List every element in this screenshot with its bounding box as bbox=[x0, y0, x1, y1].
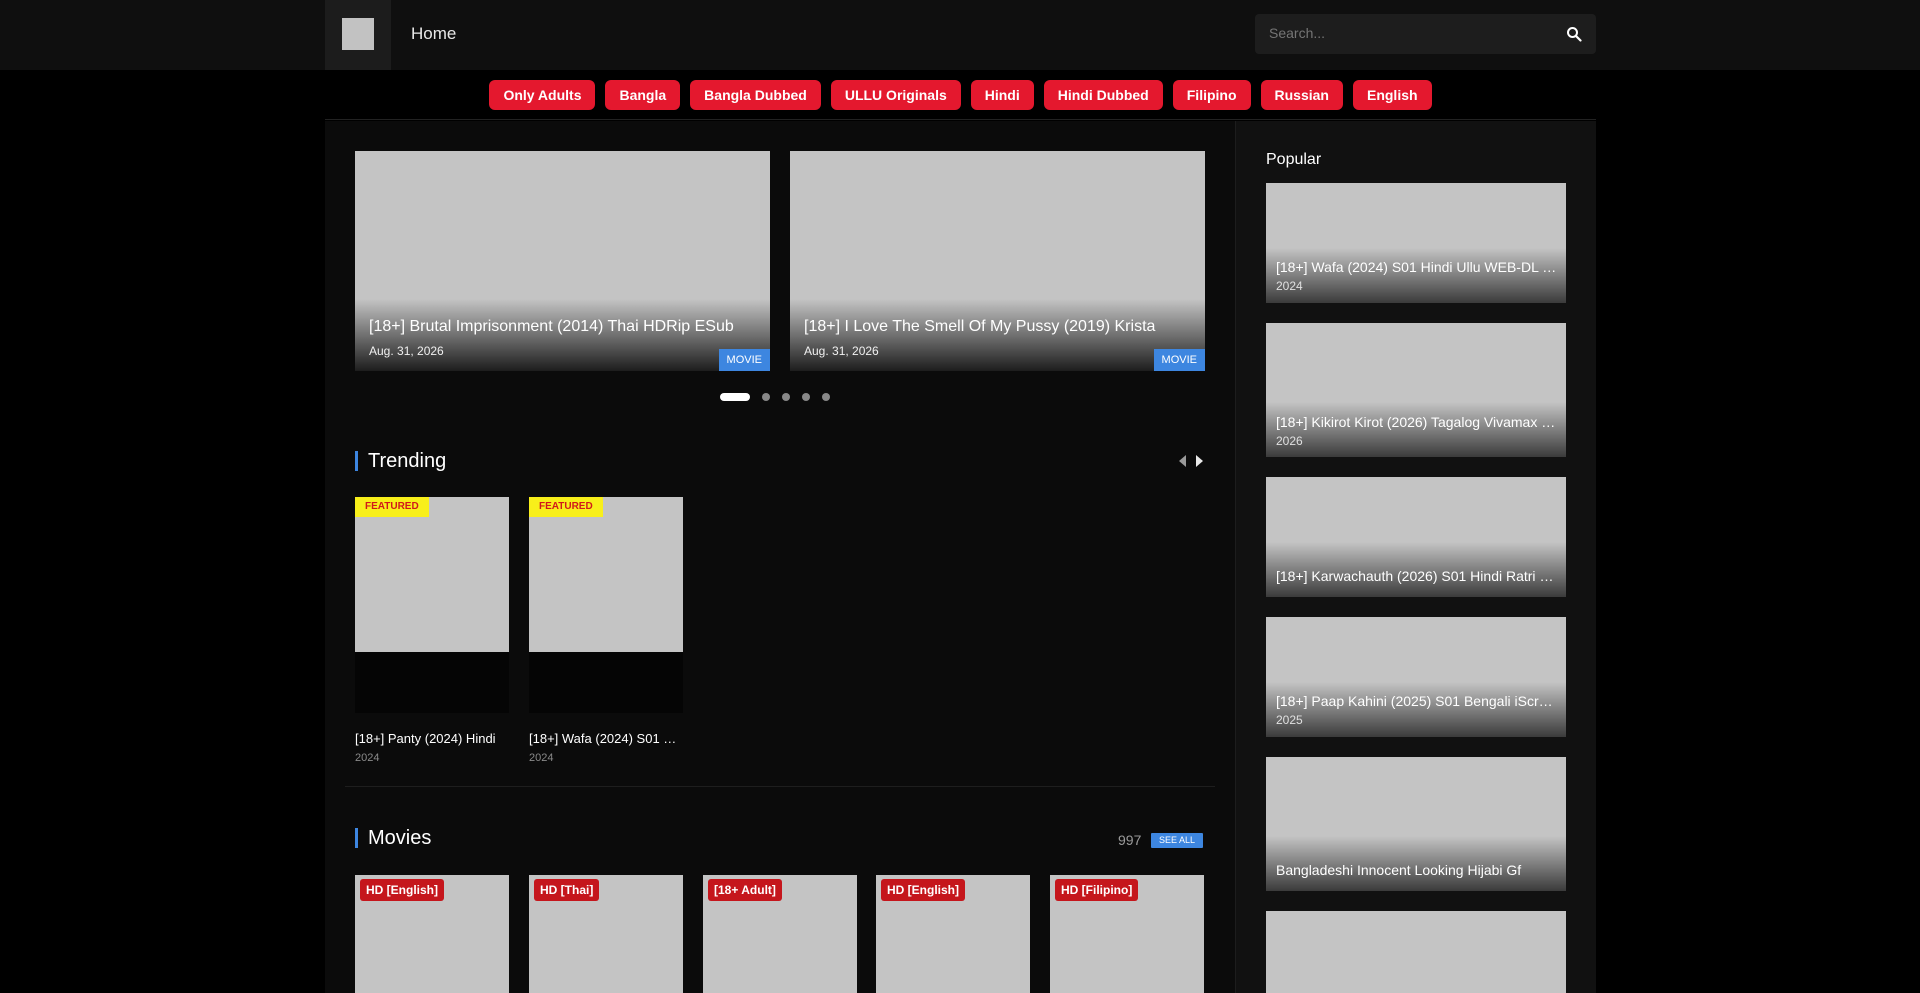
quality-badge: HD [Filipino] bbox=[1055, 879, 1139, 901]
search-input[interactable] bbox=[1269, 25, 1549, 41]
popular-card[interactable]: [18+] Paap Kahini (2025) S01 Bengali iSc… bbox=[1266, 617, 1566, 737]
slide-title[interactable]: [18+] I Love The Smell Of My Pussy (2019… bbox=[804, 318, 1196, 336]
popular-heading: Popular bbox=[1266, 151, 1322, 168]
slider-dot[interactable] bbox=[802, 393, 810, 401]
main-content: [18+] Brutal Imprisonment (2014) Thai HD… bbox=[325, 121, 1235, 993]
poster-footer bbox=[355, 652, 509, 713]
slide-title[interactable]: [18+] Brutal Imprisonment (2014) Thai HD… bbox=[369, 318, 761, 336]
poster-image[interactable]: FEATURED bbox=[529, 497, 683, 652]
popular-card[interactable]: [18+] Wafa (2024) S01 Hindi Ullu WEB-DL … bbox=[1266, 183, 1566, 303]
movies-heading: Movies bbox=[355, 828, 431, 848]
category-bangla-dubbed[interactable]: Bangla Dubbed bbox=[690, 79, 821, 110]
movie-card[interactable]: [18+ Adult] bbox=[703, 875, 857, 993]
popular-card[interactable]: Bangladeshi Innocent Looking Hijabi Gf bbox=[1266, 757, 1566, 891]
trending-year: 2024 bbox=[355, 752, 380, 764]
slide-type-badge: MOVIE bbox=[1153, 349, 1205, 371]
slider-dot[interactable] bbox=[782, 393, 790, 401]
site-header: Home bbox=[0, 0, 1920, 70]
movie-card[interactable]: HD [English] bbox=[876, 875, 1030, 993]
quality-badge: [18+ Adult] bbox=[708, 879, 782, 901]
category-filipino[interactable]: Filipino bbox=[1172, 79, 1251, 110]
nav-home-link[interactable]: Home bbox=[411, 24, 456, 44]
quality-badge: HD [English] bbox=[360, 879, 444, 901]
featured-badge: FEATURED bbox=[355, 497, 429, 517]
sidebar: Popular [18+] Wafa (2024) S01 Hindi Ullu… bbox=[1235, 121, 1596, 993]
category-hindi[interactable]: Hindi bbox=[970, 79, 1034, 110]
movie-card[interactable]: HD [English] bbox=[355, 875, 509, 993]
category-only-adults[interactable]: Only Adults bbox=[489, 79, 596, 110]
movie-card[interactable]: HD [Filipino] bbox=[1050, 875, 1204, 993]
movie-card[interactable]: HD [Thai] bbox=[529, 875, 683, 993]
trending-title[interactable]: [18+] Panty (2024) Hindi bbox=[355, 731, 509, 746]
category-english[interactable]: English bbox=[1352, 79, 1432, 110]
popular-year: 2025 bbox=[1276, 713, 1303, 727]
popular-title[interactable]: [18+] Paap Kahini (2025) S01 Bengali iSc… bbox=[1276, 693, 1558, 709]
poster-image[interactable]: FEATURED bbox=[355, 497, 509, 652]
trending-nav bbox=[1177, 454, 1205, 468]
category-ullu-originals[interactable]: ULLU Originals bbox=[830, 79, 961, 110]
category-bar: Only Adults Bangla Bangla Dubbed ULLU Or… bbox=[325, 70, 1596, 120]
see-all-button[interactable]: SEE ALL bbox=[1151, 833, 1204, 848]
popular-card[interactable]: [18+] Kikirot Kirot (2026) Tagalog Vivam… bbox=[1266, 323, 1566, 457]
popular-title[interactable]: [18+] Wafa (2024) S01 Hindi Ullu WEB-DL … bbox=[1276, 259, 1558, 275]
popular-title[interactable]: [18+] Karwachauth (2026) S01 Hindi Ratri… bbox=[1276, 568, 1558, 584]
slider-card[interactable]: [18+] I Love The Smell Of My Pussy (2019… bbox=[790, 151, 1205, 371]
trending-heading: Trending bbox=[355, 451, 446, 471]
category-bangla[interactable]: Bangla bbox=[605, 79, 681, 110]
quality-badge: HD [English] bbox=[881, 879, 965, 901]
trending-title[interactable]: [18+] Wafa (2024) S01 Hindi bbox=[529, 731, 683, 746]
slide-date: Aug. 31, 2026 bbox=[804, 344, 879, 358]
slider-dot[interactable] bbox=[720, 393, 750, 401]
slider-card[interactable]: [18+] Brutal Imprisonment (2014) Thai HD… bbox=[355, 151, 770, 371]
movies-count: 997 bbox=[1118, 832, 1142, 848]
caret-left-icon[interactable] bbox=[1177, 454, 1187, 468]
category-russian[interactable]: Russian bbox=[1260, 79, 1343, 110]
quality-badge: HD [Thai] bbox=[534, 879, 600, 901]
slide-date: Aug. 31, 2026 bbox=[369, 344, 444, 358]
caret-right-icon[interactable] bbox=[1195, 454, 1205, 468]
slider-dot[interactable] bbox=[762, 393, 770, 401]
popular-year: 2026 bbox=[1276, 434, 1303, 448]
slider-dot[interactable] bbox=[822, 393, 830, 401]
search-icon[interactable] bbox=[1566, 26, 1582, 42]
popular-title[interactable]: Bangladeshi Innocent Looking Hijabi Gf bbox=[1276, 862, 1558, 878]
card-shade bbox=[1266, 248, 1566, 303]
popular-card[interactable]: [18+] Karwachauth (2026) S01 Hindi Ratri… bbox=[1266, 477, 1566, 597]
card-shade bbox=[1266, 682, 1566, 737]
category-hindi-dubbed[interactable]: Hindi Dubbed bbox=[1043, 79, 1163, 110]
trending-card[interactable]: FEATURED [18+] Panty (2024) Hindi 2024 bbox=[355, 497, 509, 764]
slider-dots bbox=[720, 393, 830, 401]
slide-type-badge: MOVIE bbox=[718, 349, 770, 371]
logo-image bbox=[342, 18, 374, 50]
search-box bbox=[1255, 14, 1596, 54]
section-divider bbox=[345, 786, 1215, 787]
popular-card[interactable] bbox=[1266, 911, 1566, 993]
popular-year: 2024 bbox=[1276, 279, 1303, 293]
popular-title[interactable]: [18+] Kikirot Kirot (2026) Tagalog Vivam… bbox=[1276, 414, 1558, 430]
trending-card[interactable]: FEATURED [18+] Wafa (2024) S01 Hindi 202… bbox=[529, 497, 683, 764]
featured-badge: FEATURED bbox=[529, 497, 603, 517]
poster-footer bbox=[529, 652, 683, 713]
trending-year: 2024 bbox=[529, 752, 554, 764]
site-logo[interactable] bbox=[325, 0, 391, 70]
